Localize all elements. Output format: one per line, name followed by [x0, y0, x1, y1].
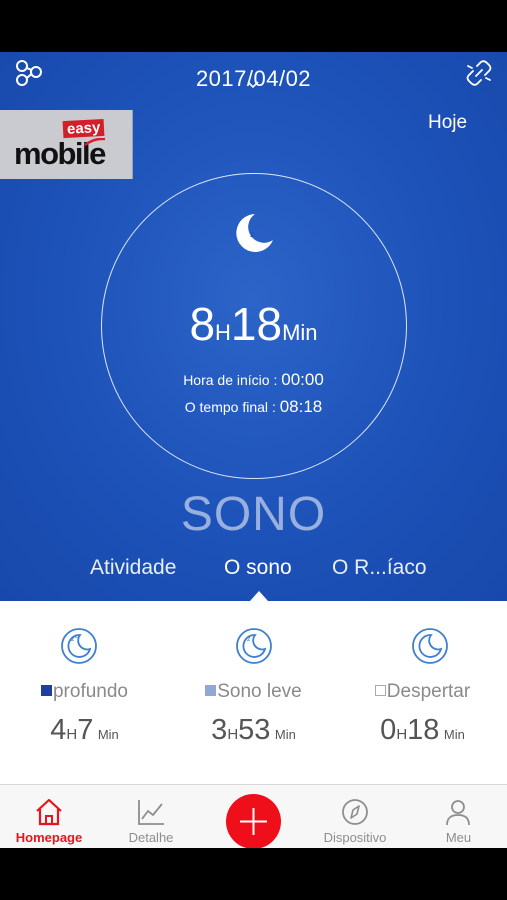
page-title: SONO [180, 488, 327, 541]
deep-sleep-minutes-unit: Min [97, 727, 119, 742]
deep-sleep-label-row: profundo [0, 681, 169, 703]
duration-minutes-unit: Min [282, 320, 318, 345]
category-tabs: Atividade O sono O R...íaco [0, 556, 507, 586]
compass-icon [342, 799, 368, 825]
sleep-summary-panel: 2017/04/02 Hoje easy mobile z 8H18Min Ho… [0, 52, 507, 601]
awake-hours: 0 [380, 714, 397, 746]
chart-line-icon [138, 800, 164, 825]
deep-sleep-value: 4H7 Min [0, 714, 169, 747]
unlink-icon[interactable] [466, 60, 492, 86]
tab-activity[interactable]: Atividade [90, 556, 176, 580]
tab-sleep[interactable]: O sono [224, 556, 292, 580]
light-sleep-minutes-unit: Min [274, 727, 296, 742]
sleep-breakdown: z z profundo 4H7 Min z Sono leve 3H53 Mi… [0, 601, 507, 784]
active-tab-pointer [250, 591, 268, 601]
deep-sleep-hours: 4 [50, 714, 67, 746]
light-sleep-hours: 3 [211, 714, 228, 746]
end-time-row: O tempo final : 08:18 [0, 397, 507, 417]
light-sleep-minutes: 53 [238, 714, 271, 746]
nav-homepage-label: Homepage [15, 830, 83, 845]
svg-text:z: z [247, 636, 251, 643]
bottom-navigation: Homepage Detalhe Dispositivo Meu [0, 784, 507, 849]
stat-deep-sleep: z z profundo 4H7 Min [0, 601, 169, 784]
nav-me[interactable]: Meu [410, 785, 507, 849]
home-indicator-area [0, 848, 507, 900]
today-button[interactable]: Hoje [428, 112, 467, 134]
duration-minutes: 18 [230, 298, 283, 350]
nav-me-label: Meu [445, 830, 472, 845]
easy-mobile-logo: easy mobile [0, 110, 133, 179]
awake-legend-swatch [374, 685, 386, 696]
sleep-duration: 8H18Min [0, 297, 507, 351]
stat-awake: Despertar 0H18 Min [338, 601, 507, 784]
awake-icon [412, 628, 448, 664]
light-sleep-label: Sono leve [217, 681, 302, 702]
deep-sleep-legend-swatch [40, 685, 52, 696]
awake-value: 0H18 Min [338, 714, 507, 747]
awake-hours-unit: H [396, 726, 408, 743]
awake-label-row: Despertar [338, 681, 507, 703]
nav-device-label: Dispositivo [323, 830, 387, 845]
deep-sleep-label: profundo [52, 681, 128, 702]
logo-swoosh [84, 138, 106, 146]
deep-sleep-icon: z z [61, 628, 97, 664]
end-time-value: 08:18 [279, 397, 323, 416]
deep-sleep-hours-unit: H [66, 726, 78, 743]
chevron-down-icon[interactable] [246, 80, 260, 90]
start-time-label: Hora de início : [183, 372, 282, 388]
light-sleep-label-row: Sono leve [169, 681, 338, 703]
awake-minutes: 18 [407, 714, 440, 746]
user-icon [446, 800, 470, 826]
nav-device[interactable]: Dispositivo [304, 785, 406, 849]
start-time-value: 00:00 [281, 370, 324, 389]
tab-heart-rate[interactable]: O R...íaco [332, 556, 427, 580]
deep-sleep-minutes: 7 [77, 714, 94, 746]
end-time-label: O tempo final : [184, 399, 280, 415]
nav-homepage[interactable]: Homepage [0, 785, 98, 849]
start-time-row: Hora de início : 00:00 [0, 370, 507, 390]
nav-detail-label: Detalhe [128, 830, 174, 845]
awake-label: Despertar [386, 681, 471, 702]
duration-hours: 8 [189, 298, 216, 350]
svg-text:z: z [75, 634, 78, 640]
moon-icon: z [236, 214, 273, 252]
home-icon [36, 798, 62, 826]
light-sleep-hours-unit: H [227, 726, 239, 743]
awake-minutes-unit: Min [443, 727, 465, 742]
svg-text:z: z [250, 230, 254, 239]
duration-hours-unit: H [215, 320, 231, 345]
light-sleep-icon: z [236, 628, 272, 664]
status-bar-area [0, 0, 507, 52]
light-sleep-value: 3H53 Min [169, 714, 338, 747]
light-sleep-legend-swatch [205, 685, 217, 696]
add-button[interactable] [226, 794, 281, 849]
stat-light-sleep: z Sono leve 3H53 Min [169, 601, 338, 784]
plus-icon [240, 808, 267, 835]
nav-detail[interactable]: Detalhe [102, 785, 200, 849]
